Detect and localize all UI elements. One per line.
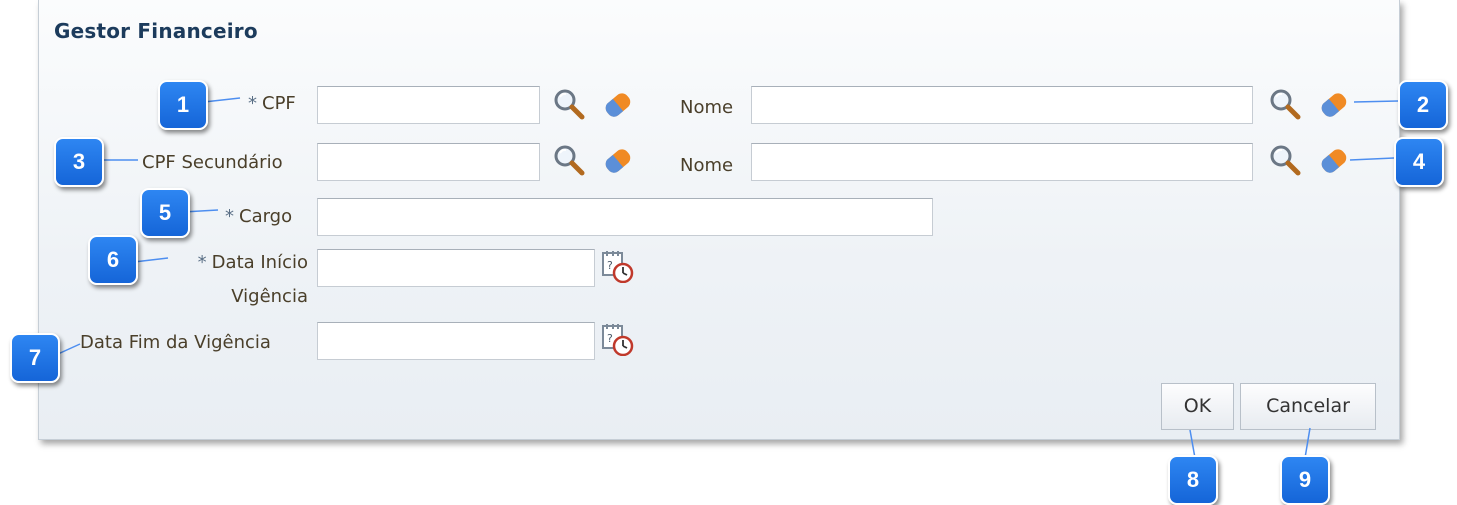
callout-badge-4: 4 [1394,137,1444,187]
callout-badge-2: 2 [1398,80,1448,130]
callout-badge-1: 1 [158,80,208,130]
callout-badge-7: 7 [10,333,60,383]
callout-badge-5: 5 [140,188,190,238]
callout-connectors [57,97,1399,459]
callout-badge-6: 6 [88,235,138,285]
callout-badge-8: 8 [1168,455,1218,505]
callout-badge-9: 9 [1280,455,1330,505]
callout-badge-3: 3 [54,137,104,187]
